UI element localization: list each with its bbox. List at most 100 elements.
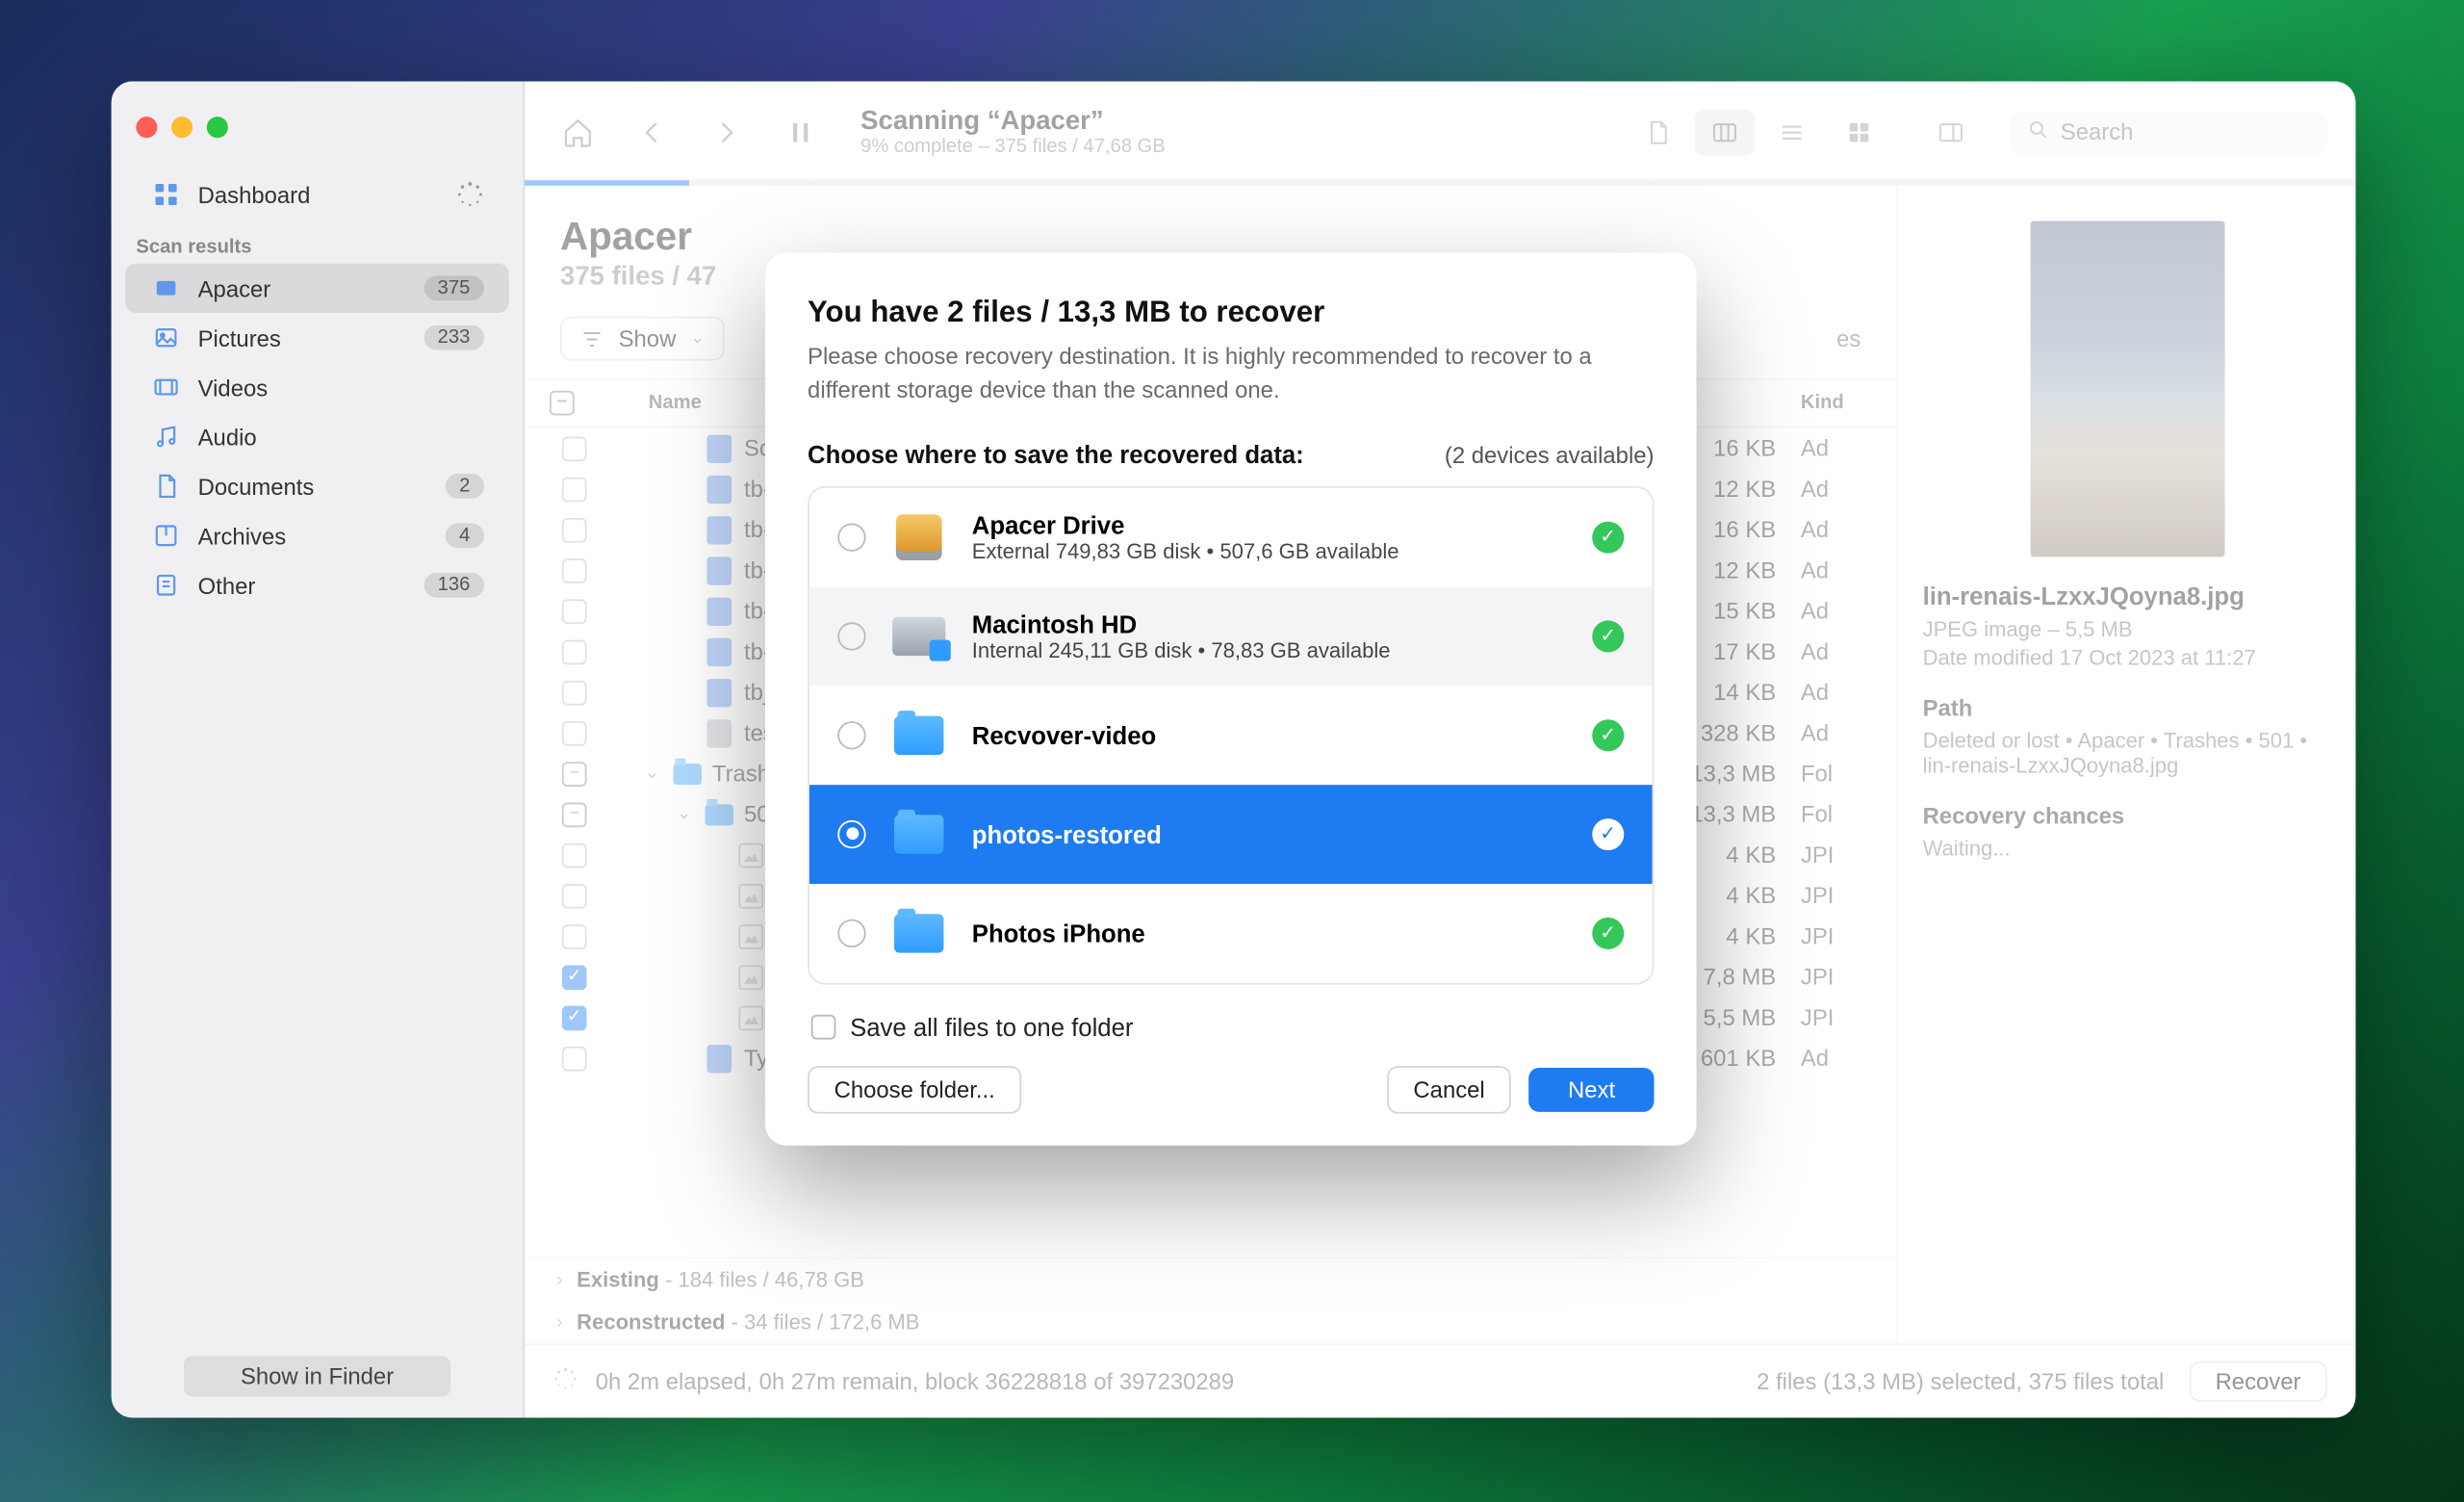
destination-ok-icon: ✓ — [1592, 817, 1624, 849]
row-checkbox[interactable] — [562, 517, 587, 542]
sidebar-badge: 233 — [424, 325, 484, 350]
file-kind: JPI — [1801, 922, 1871, 949]
next-button[interactable]: Next — [1529, 1067, 1655, 1111]
destination-option[interactable]: Apacer Drive External 749,83 GB disk • 5… — [809, 487, 1653, 586]
forward-button[interactable] — [702, 107, 751, 156]
recovery-destination-dialog: You have 2 files / 13,3 MB to recover Pl… — [765, 253, 1697, 1146]
row-checkbox[interactable] — [562, 477, 587, 502]
row-checkbox[interactable] — [562, 557, 587, 583]
choose-folder-button[interactable]: Choose folder... — [808, 1066, 1021, 1114]
back-button[interactable] — [628, 107, 677, 156]
sidebar-item-videos[interactable]: Videos — [125, 362, 508, 411]
toolbar: Scanning “Apacer” 9% complete – 375 file… — [525, 81, 2355, 180]
file-type-icon — [706, 800, 733, 828]
image-icon — [150, 322, 182, 353]
toggle-preview-button[interactable] — [1921, 109, 1981, 155]
destination-radio[interactable] — [837, 622, 865, 650]
destination-radio[interactable] — [837, 721, 865, 749]
file-kind: Ad — [1801, 476, 1871, 503]
sidebar-item-apacer[interactable]: Apacer 375 — [125, 264, 508, 313]
row-checkbox[interactable] — [562, 1046, 587, 1071]
close-window-button[interactable] — [136, 117, 157, 138]
pause-scan-button[interactable] — [776, 107, 825, 156]
recover-button[interactable]: Recover — [2189, 1361, 2327, 1402]
zoom-window-button[interactable] — [207, 117, 228, 138]
sidebar-item-archives[interactable]: Archives 4 — [125, 511, 508, 560]
row-checkbox[interactable] — [562, 598, 587, 623]
preview-chances-heading: Recovery chances — [1923, 803, 2331, 830]
preview-path-heading: Path — [1923, 695, 2331, 722]
search-icon — [2027, 117, 2050, 145]
scanning-spinner-icon — [553, 1366, 578, 1396]
row-checkbox[interactable] — [562, 680, 587, 705]
file-type-icon — [706, 475, 733, 503]
summary-row[interactable]: ›Existing - 184 files / 46,78 GB — [525, 1258, 1896, 1301]
row-checkbox[interactable] — [562, 436, 587, 461]
file-type-icon — [706, 434, 733, 462]
row-checkbox[interactable] — [562, 720, 587, 745]
status-bar: 0h 2m elapsed, 0h 27m remain, block 3622… — [525, 1343, 2355, 1417]
destination-subtitle: External 749,83 GB disk • 507,6 GB avail… — [972, 538, 1568, 563]
destination-icon — [890, 904, 947, 961]
row-checkbox[interactable]: − — [562, 802, 587, 827]
save-all-checkbox[interactable] — [811, 1014, 836, 1039]
file-kind: JPI — [1801, 964, 1871, 991]
dialog-description: Please choose recovery destination. It i… — [808, 341, 1654, 407]
file-type-icon — [737, 963, 765, 991]
row-checkbox[interactable] — [562, 842, 587, 868]
file-type-icon — [674, 760, 702, 788]
row-checkbox[interactable] — [562, 639, 587, 664]
audio-icon — [150, 421, 182, 453]
destination-icon — [890, 806, 947, 863]
save-all-one-folder-option[interactable]: Save all files to one folder — [811, 1012, 1651, 1040]
destination-icon — [890, 608, 947, 664]
view-columns-button[interactable] — [1695, 109, 1755, 155]
sidebar-item-other[interactable]: Other 136 — [125, 560, 508, 609]
sidebar-item-label: Pictures — [198, 324, 408, 351]
preview-date: Date modified 17 Oct 2023 at 11:27 — [1923, 645, 2331, 670]
disclosure-icon[interactable]: › — [556, 1312, 562, 1332]
sidebar-item-audio[interactable]: Audio — [125, 412, 508, 461]
scan-progress-bar — [525, 180, 2355, 186]
show-filter-button[interactable]: Show ⌄ — [560, 317, 725, 361]
home-button[interactable] — [553, 107, 603, 156]
sidebar-item-label: Apacer — [198, 274, 408, 301]
show-in-finder-button[interactable]: Show in Finder — [184, 1356, 450, 1396]
destination-option[interactable]: photos-restored ✓ — [809, 785, 1653, 884]
search-input[interactable] — [2061, 118, 2310, 145]
minimize-window-button[interactable] — [171, 117, 192, 138]
sidebar-section-header: Scan results — [112, 220, 524, 264]
row-checkbox[interactable]: − — [562, 761, 587, 786]
destination-option[interactable]: Macintosh HD Internal 245,11 GB disk • 7… — [809, 586, 1653, 686]
search-field[interactable] — [2010, 111, 2327, 153]
column-kind-header[interactable]: Kind — [1801, 393, 1871, 414]
new-doc-icon[interactable] — [1628, 109, 1687, 155]
row-checkbox[interactable]: ✓ — [562, 1005, 587, 1030]
file-kind: Ad — [1801, 598, 1871, 625]
cancel-button[interactable]: Cancel — [1387, 1066, 1511, 1114]
sidebar-item-documents[interactable]: Documents 2 — [125, 461, 508, 510]
select-all-checkbox[interactable]: − — [550, 391, 575, 416]
destination-radio[interactable] — [837, 919, 865, 946]
row-checkbox[interactable]: ✓ — [562, 965, 587, 990]
row-checkbox[interactable] — [562, 923, 587, 948]
preview-filename: lin-renais-LzxxJQoyna8.jpg — [1923, 582, 2331, 609]
sidebar-item-dashboard[interactable]: Dashboard — [125, 169, 508, 219]
destination-radio[interactable] — [837, 819, 865, 847]
sidebar-badge: 4 — [445, 523, 484, 548]
view-list-button[interactable] — [1761, 109, 1821, 155]
destination-option[interactable]: Photos iPhone ✓ — [809, 883, 1653, 982]
destination-radio[interactable] — [837, 523, 865, 551]
file-type-icon — [737, 921, 765, 949]
row-checkbox[interactable] — [562, 883, 587, 908]
disclosure-icon[interactable]: ⌄ — [674, 804, 695, 823]
disclosure-icon[interactable]: › — [556, 1270, 562, 1289]
destination-subtitle: Internal 245,11 GB disk • 78,83 GB avail… — [972, 637, 1568, 662]
disclosure-icon[interactable]: ⌄ — [641, 764, 662, 783]
file-type-icon — [706, 515, 733, 543]
view-grid-button[interactable] — [1829, 109, 1888, 155]
sidebar-item-pictures[interactable]: Pictures 233 — [125, 313, 508, 362]
file-kind: Ad — [1801, 1045, 1871, 1072]
summary-row[interactable]: ›Reconstructed - 34 files / 172,6 MB — [525, 1301, 1896, 1343]
destination-option[interactable]: Recvover-video ✓ — [809, 686, 1653, 785]
